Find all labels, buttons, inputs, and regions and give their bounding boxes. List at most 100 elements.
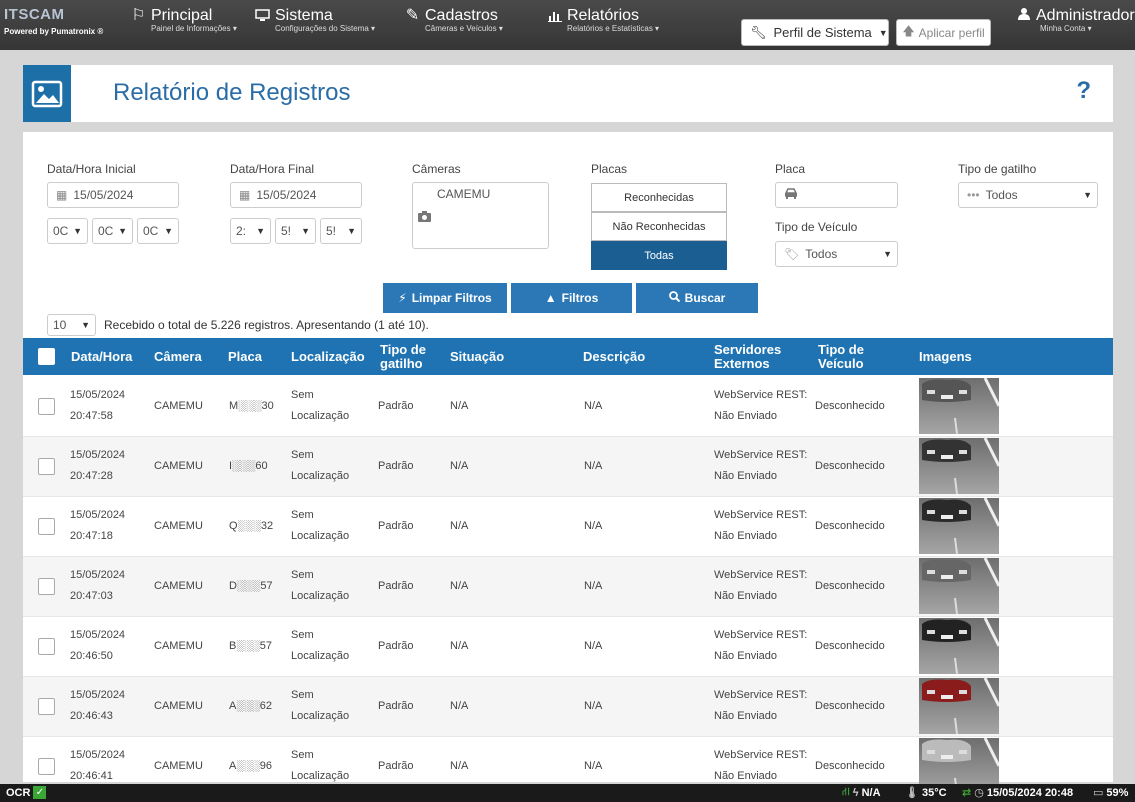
nav-cadastros[interactable]: ✎ Cadastros Câmeras e Veículos ▾ bbox=[405, 7, 503, 43]
plate-unrecognized-button[interactable]: Não Reconhecidas bbox=[591, 212, 727, 241]
col-images[interactable]: Imagens bbox=[919, 350, 972, 364]
col-description[interactable]: Descrição bbox=[583, 350, 645, 364]
row-checkbox[interactable] bbox=[38, 458, 55, 475]
nav-sistema[interactable]: Sistema Configurações do Sistema ▾ bbox=[255, 7, 375, 43]
end-hour-select[interactable]: 2: ▼ bbox=[230, 218, 271, 244]
col-plate[interactable]: Placa bbox=[228, 350, 262, 364]
image-icon bbox=[23, 65, 71, 122]
start-date-value: 15/05/2024 bbox=[73, 188, 134, 202]
col-camera[interactable]: Câmera bbox=[154, 350, 202, 364]
start-second-select[interactable]: 0C ▼ bbox=[137, 218, 179, 244]
toggle-filters-button[interactable]: ▲ Filtros bbox=[511, 283, 632, 313]
end-date-value: 15/05/2024 bbox=[256, 188, 317, 202]
row-thumbnail[interactable] bbox=[919, 678, 999, 734]
check-icon: ✓ bbox=[33, 786, 47, 799]
col-datetime[interactable]: Data/Hora bbox=[71, 350, 132, 364]
row-plate: D░░░57 bbox=[229, 580, 273, 592]
plate-label: Placa bbox=[775, 162, 806, 176]
nav-relatorios-label: Relatórios bbox=[567, 7, 640, 24]
row-thumbnail[interactable] bbox=[919, 558, 999, 614]
end-second-select[interactable]: 5! ▼ bbox=[320, 218, 362, 244]
table-row[interactable]: 15/05/2024 20:46:50 CAMEMU B░░░57 Sem Localiz… bbox=[23, 617, 1113, 677]
table-row[interactable]: 15/05/2024 20:47:03 CAMEMU D░░░57 Sem Localiz… bbox=[23, 557, 1113, 617]
col-vehicle-type[interactable]: Tipo de Veículo bbox=[818, 343, 878, 371]
col-external-servers[interactable]: Servidores Externos bbox=[714, 343, 794, 371]
page-size-select[interactable]: 10 ▼ bbox=[47, 314, 96, 336]
row-trigger-type: Padrão bbox=[378, 640, 414, 652]
row-thumbnail[interactable] bbox=[919, 618, 999, 674]
row-camera: CAMEMU bbox=[154, 580, 203, 592]
row-situation: N/A bbox=[450, 580, 469, 592]
bar-chart-icon bbox=[547, 10, 562, 22]
row-camera: CAMEMU bbox=[154, 700, 203, 712]
row-server-line1: WebService REST: bbox=[714, 389, 808, 401]
col-situation[interactable]: Situação bbox=[450, 350, 504, 364]
row-date: 15/05/2024 bbox=[70, 509, 126, 521]
row-location-line1: Sem bbox=[291, 689, 314, 701]
end-minute-select[interactable]: 5! ▼ bbox=[275, 218, 316, 244]
start-date-input[interactable]: ▦ 15/05/2024 bbox=[47, 182, 179, 208]
row-checkbox[interactable] bbox=[38, 398, 55, 415]
row-checkbox[interactable] bbox=[38, 638, 55, 655]
nav-relatorios[interactable]: Relatórios Relatórios e Estatísticas ▾ bbox=[547, 7, 659, 43]
row-situation: N/A bbox=[450, 700, 469, 712]
plate-recognized-button[interactable]: Reconhecidas bbox=[591, 183, 727, 212]
search-button[interactable]: Buscar bbox=[636, 283, 758, 313]
ellipsis-icon: ••• bbox=[967, 188, 980, 202]
row-time: 20:47:58 bbox=[70, 410, 113, 422]
plate-all-button[interactable]: Todas bbox=[591, 241, 727, 270]
end-date-input[interactable]: ▦ 15/05/2024 bbox=[230, 182, 362, 208]
cameras-list[interactable]: CAMEMU bbox=[412, 182, 549, 249]
vehicle-type-value: Todos bbox=[805, 247, 838, 261]
select-all-checkbox[interactable] bbox=[38, 348, 55, 365]
vehicle-type-select[interactable]: 🏷︎ Todos ▼ bbox=[775, 241, 898, 267]
row-location-line1: Sem bbox=[291, 569, 314, 581]
table-row[interactable]: 15/05/2024 20:47:18 CAMEMU Q░░░32 Sem Localiz… bbox=[23, 497, 1113, 557]
row-description: N/A bbox=[584, 760, 603, 772]
profile-selected: Perfil de Sistema bbox=[773, 25, 872, 40]
apply-profile-button[interactable]: 🡅 Aplicar perfil bbox=[896, 19, 991, 46]
col-location[interactable]: Localização bbox=[291, 350, 365, 364]
row-server-line1: WebService REST: bbox=[714, 629, 808, 641]
brand-logo[interactable]: ITSCAM Powered by Pumatronix ® bbox=[4, 6, 122, 46]
profile-select[interactable]: 🔧︎ Perfil de Sistema ▼ bbox=[741, 19, 889, 46]
row-trigger-type: Padrão bbox=[378, 580, 414, 592]
chevron-down-icon: ▼ bbox=[256, 226, 265, 236]
monitor-icon bbox=[255, 9, 270, 22]
row-server-line1: WebService REST: bbox=[714, 509, 808, 521]
col-trigger-type[interactable]: Tipo de gatilho bbox=[380, 343, 435, 371]
row-server-line1: WebService REST: bbox=[714, 749, 808, 761]
row-thumbnail[interactable] bbox=[919, 378, 999, 434]
row-checkbox[interactable] bbox=[38, 698, 55, 715]
row-date: 15/05/2024 bbox=[70, 689, 126, 701]
flag-icon: ⚐ bbox=[131, 7, 146, 24]
row-checkbox[interactable] bbox=[38, 578, 55, 595]
row-vehicle-type: Desconhecido bbox=[815, 640, 885, 652]
row-situation: N/A bbox=[450, 460, 469, 472]
plate-input[interactable] bbox=[775, 182, 898, 208]
chevron-up-icon: ▲ bbox=[544, 291, 557, 305]
start-hour-select[interactable]: 0C ▼ bbox=[47, 218, 88, 244]
row-checkbox[interactable] bbox=[38, 518, 55, 535]
row-situation: N/A bbox=[450, 640, 469, 652]
edit-icon: ✎ bbox=[405, 7, 420, 24]
row-thumbnail[interactable] bbox=[919, 438, 999, 494]
page-title: Relatório de Registros bbox=[113, 79, 351, 106]
row-checkbox[interactable] bbox=[38, 758, 55, 775]
start-minute-select[interactable]: 0C ▼ bbox=[92, 218, 133, 244]
help-icon[interactable]: ? bbox=[1076, 77, 1091, 105]
row-thumbnail[interactable] bbox=[919, 498, 999, 554]
user-menu[interactable]: Administrador Minha Conta ▾ bbox=[1018, 7, 1135, 33]
clear-filters-button[interactable]: ⚡︎ Limpar Filtros bbox=[383, 283, 507, 313]
table-row[interactable]: 15/05/2024 20:47:58 CAMEMU M░░░30 Sem Localiz… bbox=[23, 377, 1113, 437]
apply-profile-label: Aplicar perfil bbox=[918, 25, 985, 40]
chevron-down-icon: ▼ bbox=[883, 249, 892, 259]
nav-principal[interactable]: ⚐ Principal Painel de Informações ▾ bbox=[131, 7, 237, 43]
table-row[interactable]: 15/05/2024 20:46:43 CAMEMU A░░░62 Sem Localiz… bbox=[23, 677, 1113, 737]
table-row[interactable]: 15/05/2024 20:47:28 CAMEMU I░░░60 Sem Localiz… bbox=[23, 437, 1113, 497]
trigger-type-select[interactable]: ••• Todos ▼ bbox=[958, 182, 1098, 208]
camera-option[interactable]: CAMEMU bbox=[437, 187, 490, 201]
row-description: N/A bbox=[584, 400, 603, 412]
row-date: 15/05/2024 bbox=[70, 749, 126, 761]
row-server-line1: WebService REST: bbox=[714, 569, 808, 581]
